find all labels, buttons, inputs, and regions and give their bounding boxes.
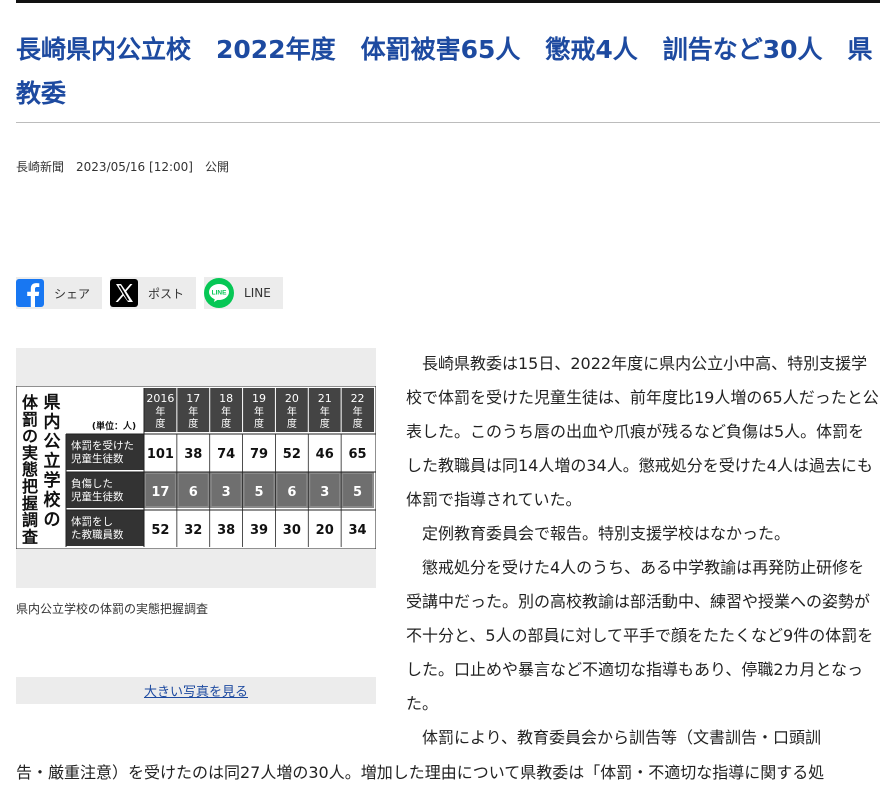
line-icon: LINE (204, 278, 235, 308)
year-header: 22 (351, 392, 365, 405)
paragraph-1: 長崎県教委は15日、2022年度に県内公立小中高、特別支援学校で体罰を受けた児童… (406, 354, 879, 509)
table-cell: 79 (250, 447, 268, 462)
row-label: 児童生徒数 (71, 452, 124, 465)
article-body: 長崎県教委は15日、2022年度に県内公立小中高、特別支援学校で体罰を受けた児童… (406, 347, 880, 755)
year-header-unit: 年 (320, 405, 330, 418)
row-label: 児童生徒数 (71, 490, 124, 503)
facebook-icon (16, 279, 44, 307)
table-cell: 6 (189, 485, 198, 500)
table-cell: 74 (217, 447, 235, 462)
table-cell: 38 (184, 447, 202, 462)
share-buttons: シェア ポスト LINE LINE (16, 277, 283, 309)
table-cell: 34 (349, 523, 367, 538)
year-header-unit: 度 (353, 417, 363, 430)
view-large-photo-link[interactable]: 大きい写真を見る (144, 681, 248, 700)
table-title-char: 立 (44, 451, 61, 472)
year-header-unit: 度 (188, 417, 198, 430)
article-headline: 長崎県内公立校 2022年度 体罰被害65人 懲戒4人 訓告など30人 県教委 (16, 35, 873, 108)
year-header-unit: 年 (353, 405, 363, 418)
table-cell: 101 (147, 447, 174, 462)
table-cell: 32 (184, 523, 202, 538)
publish-datetime: 2023/05/16 [12:00] (76, 160, 193, 174)
year-header-unit: 度 (287, 417, 297, 430)
unit-label: (単位：人) (92, 420, 136, 432)
photo-caption: 県内公立学校の体罰の実態把握調査 (16, 602, 209, 616)
line-share-label: LINE (244, 286, 271, 300)
year-header-unit: 度 (155, 417, 165, 430)
title-divider (16, 122, 880, 123)
paragraph-4-start: 体罰により、教育委員会から訓告等（文書訓告・口頭訓 (422, 728, 822, 747)
x-post-button[interactable]: ポスト (110, 277, 197, 309)
row-label: た教職員数 (71, 528, 124, 541)
table-cell: 38 (217, 523, 235, 538)
big-photo-link-bar: 大きい写真を見る (16, 677, 376, 704)
year-header-unit: 年 (287, 405, 297, 418)
top-rule (16, 0, 880, 3)
paragraph-4-continued: 告・厳重注意）を受けたのは同27人増の30人。増加した理由について県教委は「体罰… (16, 763, 825, 782)
x-post-label: ポスト (148, 286, 185, 301)
table-cell: 5 (353, 485, 362, 500)
table-cell: 65 (349, 447, 367, 462)
table-cell: 3 (320, 485, 329, 500)
table-cell: 5 (254, 485, 263, 500)
year-header-unit: 度 (254, 417, 264, 430)
year-header-unit: 年 (155, 405, 165, 418)
year-header-unit: 度 (320, 417, 330, 430)
punishment-survey-table: 県内公立学校の体罰の実態把握調査2016年度17年度18年度19年度20年度21… (16, 386, 376, 549)
year-header: 18 (219, 392, 233, 405)
table-cell: 30 (283, 523, 301, 538)
table-title-char: 査 (22, 527, 38, 546)
source-name: 長崎新聞 (16, 160, 65, 174)
row-label: 負傷した (71, 477, 113, 490)
table-cell: 17 (151, 485, 169, 500)
line-share-button[interactable]: LINE LINE (204, 277, 283, 309)
table-cell: 52 (283, 447, 301, 462)
table-cell: 6 (287, 485, 296, 500)
paragraph-3: 懲戒処分を受けた4人のうち、ある中学教諭は再発防止研修を受講中だった。別の高校教… (406, 558, 874, 713)
year-header: 20 (285, 392, 299, 405)
facebook-share-button[interactable]: シェア (16, 277, 103, 309)
year-header-unit: 年 (221, 405, 231, 418)
table-title-char: 学 (44, 470, 61, 491)
year-header: 19 (252, 392, 266, 405)
table-title-char: 校 (44, 490, 62, 511)
byline: 長崎新聞 2023/05/16 [12:00] 公開 (16, 158, 229, 175)
year-header: 17 (186, 392, 200, 405)
table-cell: 20 (316, 523, 334, 538)
year-header-unit: 年 (188, 405, 198, 418)
year-header-unit: 年 (254, 405, 264, 418)
table-cell: 39 (250, 523, 268, 538)
table-title-char: 県 (44, 393, 61, 413)
table-cell: 52 (151, 523, 169, 538)
svg-text:LINE: LINE (212, 290, 227, 297)
table-title-char: 内 (44, 412, 61, 433)
table-title-char: の (44, 510, 61, 530)
paragraph-2: 定例教育委員会で報告。特別支援学校はなかった。 (422, 524, 791, 543)
row-label: 体罰を受けた (71, 440, 134, 452)
facebook-share-label: シェア (54, 286, 91, 301)
table-cell: 3 (222, 485, 231, 500)
row-label: 体罰をし (71, 516, 113, 528)
published-label: 公開 (204, 160, 229, 174)
x-icon (110, 279, 139, 307)
table-title-char: 公 (44, 432, 61, 452)
year-header: 2016 (146, 392, 174, 405)
year-header-unit: 度 (221, 417, 231, 430)
table-cell: 46 (316, 447, 334, 462)
year-header: 21 (318, 392, 332, 405)
